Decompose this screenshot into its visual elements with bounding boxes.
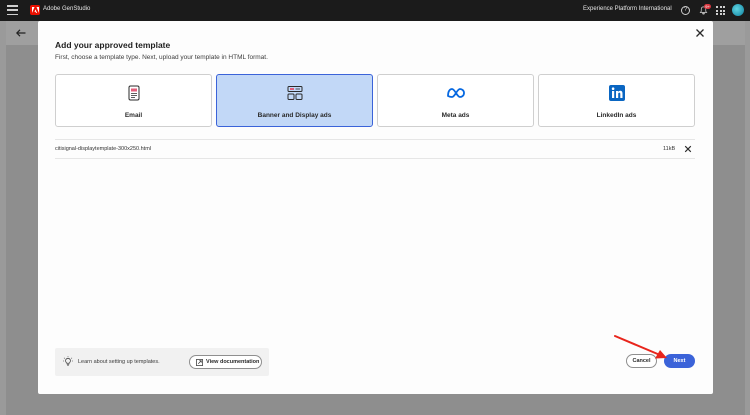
user-avatar[interactable] xyxy=(732,4,744,16)
help-panel: Learn about setting up templates. View d… xyxy=(55,348,269,376)
external-link-icon xyxy=(196,358,203,366)
help-icon[interactable]: ? xyxy=(681,6,690,15)
notification-count-badge: 9+ xyxy=(704,4,711,9)
template-type-email[interactable]: Email xyxy=(55,74,212,127)
back-button[interactable] xyxy=(8,24,34,42)
template-type-label: Banner and Display ads xyxy=(257,112,332,119)
meta-logo-icon xyxy=(446,88,465,98)
template-type-label: LinkedIn ads xyxy=(596,112,637,119)
org-switcher[interactable]: Experience Platform International xyxy=(583,6,672,12)
help-text: Learn about setting up templates. xyxy=(78,359,160,365)
app-switcher-icon[interactable] xyxy=(716,6,725,15)
app-name[interactable]: Adobe GenStudio xyxy=(43,6,90,12)
dialog-subtitle: First, choose a template type. Next, upl… xyxy=(55,54,268,61)
template-type-linkedin[interactable]: LinkedIn ads xyxy=(538,74,695,127)
template-type-banner-display[interactable]: Banner and Display ads xyxy=(216,74,373,127)
file-size: 11kB xyxy=(663,146,676,152)
file-name: citisignal-displaytemplate-300x250.html xyxy=(55,146,151,152)
view-documentation-button[interactable]: View documentation xyxy=(189,355,262,369)
adobe-logo-icon xyxy=(30,5,40,15)
uploaded-file-row: citisignal-displaytemplate-300x250.html … xyxy=(55,139,695,159)
close-dialog-icon[interactable] xyxy=(695,28,705,38)
template-type-label: Meta ads xyxy=(441,112,470,119)
linkedin-logo-icon xyxy=(608,85,625,101)
template-type-meta[interactable]: Meta ads xyxy=(377,74,534,127)
view-documentation-label: View documentation xyxy=(206,359,260,365)
top-app-bar: Adobe GenStudio Experience Platform Inte… xyxy=(0,0,750,21)
arrow-left-icon xyxy=(16,29,26,37)
banner-display-icon xyxy=(287,86,302,100)
next-button[interactable]: Next xyxy=(664,354,695,368)
remove-file-icon[interactable] xyxy=(684,145,692,153)
lightbulb-icon xyxy=(63,356,73,366)
hamburger-menu-icon[interactable] xyxy=(7,5,18,15)
cancel-button[interactable]: Cancel xyxy=(626,354,657,368)
dialog-title: Add your approved template xyxy=(55,40,171,50)
email-template-icon xyxy=(128,85,139,101)
template-type-label: Email xyxy=(124,112,143,119)
